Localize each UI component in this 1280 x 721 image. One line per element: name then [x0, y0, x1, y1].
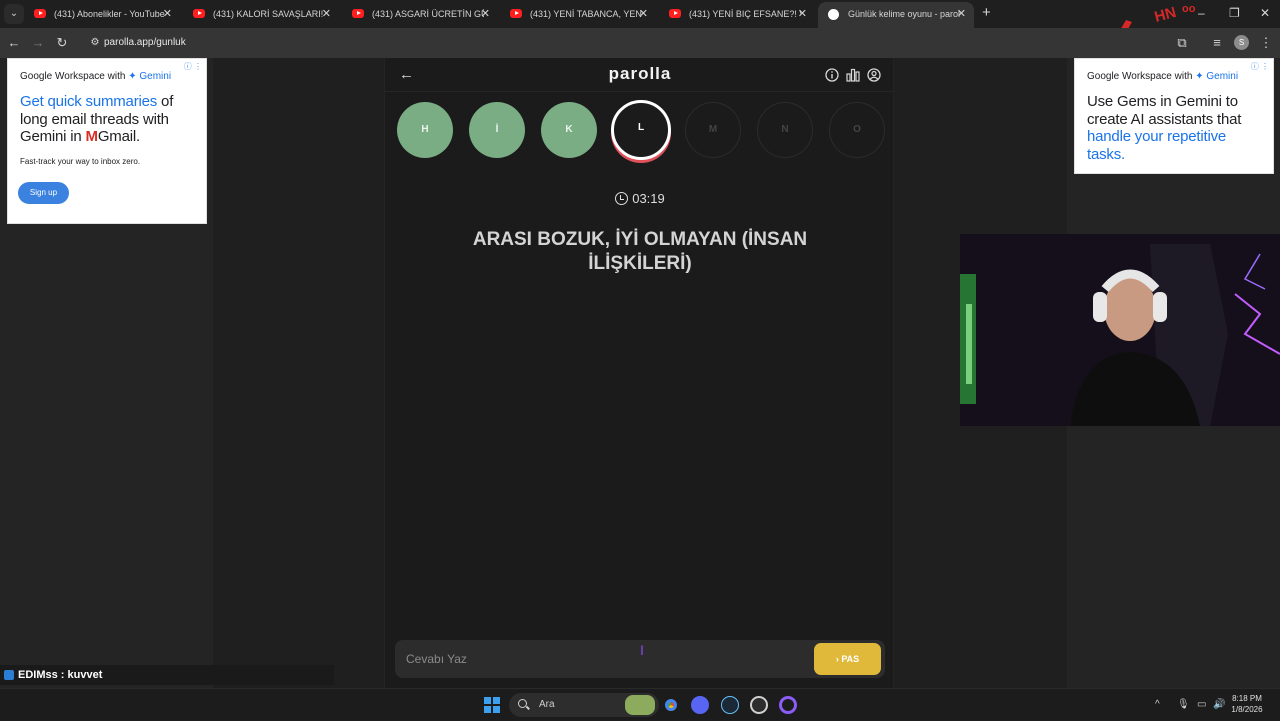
mic-icon[interactable]: 🎙 — [1177, 689, 1190, 721]
letter-bubble-i: İ — [469, 102, 525, 158]
close-tab-icon[interactable]: ✕ — [481, 4, 490, 24]
tab-strip: ⌄ (431) Abonelikler - YouTube ✕ (431) KAL… — [0, 0, 1280, 52]
tab-label: Günlük kelime oyunu - parolla — [848, 9, 960, 19]
tab-label: (431) ASGARİ ÜCRETİN GÜNLÜK — [372, 9, 484, 19]
profile-icon[interactable] — [867, 68, 881, 82]
close-tab-icon[interactable]: ✕ — [163, 4, 172, 24]
svg-text:oo: oo — [1182, 3, 1196, 15]
stats-icon[interactable] — [846, 68, 860, 82]
chat-message: EDIMss : kuvvet — [0, 665, 334, 685]
clock-icon — [615, 192, 629, 205]
info-icon[interactable] — [825, 68, 839, 82]
search-placeholder: Ara — [539, 699, 555, 710]
svg-text:HN: HN — [1153, 4, 1178, 26]
taskbar: Ara ^ 🎙 ▭ 🔊 8:18 PM 1/8/2026 — [0, 688, 1280, 720]
youtube-icon — [510, 9, 522, 18]
chrome-icon[interactable] — [662, 696, 680, 714]
youtube-icon — [352, 9, 364, 18]
search-icon — [518, 699, 527, 708]
clock[interactable]: 8:18 PM 1/8/2026 — [1228, 693, 1266, 715]
page-viewport: Google Workspace with ✦ Gemini ⓘ ⋮ Get q… — [0, 58, 1280, 688]
question-text: ARASI BOZUK, İYİ OLMAYAN (İNSAN İLİŞKİLE… — [472, 229, 808, 274]
chat-text: kuvvet — [67, 669, 103, 681]
tab-label: (431) KALORİ SAVAŞLARI! - YouTube — [213, 9, 325, 19]
ad-headline: Use Gems in Gemini to create AI assistan… — [1087, 93, 1242, 163]
ad-brand: Google Workspace with ✦ Gemini — [1087, 71, 1239, 82]
forward-icon[interactable]: → — [28, 33, 48, 53]
ad-signup-button[interactable]: Sign up — [18, 182, 69, 204]
game-panel: ← parolla H İ K L M N O 03:19 ARASI BOZU… — [384, 58, 895, 688]
app-icon[interactable] — [750, 696, 768, 714]
webcam-overlay — [960, 234, 1280, 426]
letter-bubble-o: O — [829, 102, 885, 158]
ad-info-icon[interactable]: ⓘ ⋮ — [184, 61, 202, 72]
close-window-icon[interactable]: ✕ — [1260, 4, 1270, 22]
browser-toolbar: ← → ↻ ⚙ parolla.app/gunluk ⧉ ≡ S ⋮ — [0, 28, 1280, 58]
tab-label: (431) YENİ TABANCA, YENİ BRE — [530, 9, 642, 19]
url-text[interactable]: parolla.app/gunluk — [104, 31, 186, 55]
tray-chevron-icon[interactable]: ^ — [1155, 689, 1160, 721]
tab-label: (431) Abonelikler - YouTube — [54, 9, 165, 19]
parolla-favicon-icon — [828, 9, 839, 20]
media-icon[interactable]: ≡ — [1207, 33, 1227, 53]
letter-bubble-l: L — [611, 100, 671, 160]
address-bar[interactable]: ⚙ parolla.app/gunluk — [80, 31, 1100, 55]
chat-badge-icon — [4, 670, 14, 680]
windows-start-icon[interactable] — [484, 697, 500, 713]
new-tab-button[interactable]: + — [982, 4, 991, 22]
game-logo: parolla — [608, 64, 672, 83]
obs-icon[interactable] — [779, 696, 797, 714]
site-settings-icon[interactable]: ⚙ — [86, 34, 104, 52]
letter-bubble-h: H — [397, 102, 453, 158]
reload-icon[interactable]: ↻ — [52, 33, 72, 53]
volume-icon[interactable]: 🔊 — [1213, 689, 1225, 721]
ad-subtext: Fast-track your way to inbox zero. — [20, 157, 141, 166]
tab-parolla[interactable]: Günlük kelime oyunu - parolla ✕ — [818, 2, 974, 28]
tab-youtube-kalori[interactable]: (431) KALORİ SAVAŞLARI! - YouTube✕ — [183, 4, 339, 24]
text-cursor-icon: I — [640, 642, 644, 658]
extensions-icon[interactable]: ⧉ — [1172, 33, 1192, 53]
back-icon[interactable]: ← — [4, 33, 24, 53]
clock-date: 1/8/2026 — [1231, 705, 1263, 714]
taskbar-search[interactable]: Ara — [509, 693, 659, 717]
clock-time: 8:18 PM — [1232, 694, 1262, 703]
search-highlight-art — [625, 695, 655, 715]
tab-youtube-vct[interactable]: (431) YENİ BIÇ EFSANE?! VCT 2026✕ — [659, 4, 815, 24]
ad-brand: Google Workspace with ✦ Gemini — [20, 71, 172, 82]
close-tab-icon[interactable]: ✕ — [957, 2, 966, 26]
youtube-icon — [34, 9, 46, 18]
close-tab-icon[interactable]: ✕ — [639, 4, 648, 24]
youtube-icon — [669, 9, 681, 18]
ad-headline: Get quick summaries of long email thread… — [20, 93, 174, 145]
game-header: ← parolla — [385, 58, 895, 92]
pass-button[interactable]: › PAS — [814, 643, 881, 675]
close-tab-icon[interactable]: ✕ — [798, 4, 807, 24]
steam-icon[interactable] — [721, 696, 739, 714]
network-icon[interactable]: ▭ — [1197, 689, 1206, 721]
discord-icon[interactable] — [691, 696, 709, 714]
letter-bubble-m: M — [685, 102, 741, 158]
right-ad[interactable]: Google Workspace with ✦ Gemini ⓘ ⋮ Use G… — [1074, 58, 1274, 174]
tab-youtube-asgari[interactable]: (431) ASGARİ ÜCRETİN GÜNLÜK✕ — [342, 4, 498, 24]
letter-bubble-n: N — [757, 102, 813, 158]
tab-youtube-tabanca[interactable]: (431) YENİ TABANCA, YENİ BRE✕ — [500, 4, 656, 24]
tab-search-button[interactable]: ⌄ — [4, 4, 24, 24]
answer-input[interactable] — [395, 640, 805, 678]
timer-value: 03:19 — [632, 191, 665, 206]
timer: 03:19 — [385, 191, 895, 206]
left-ad[interactable]: Google Workspace with ✦ Gemini ⓘ ⋮ Get q… — [7, 58, 207, 224]
maximize-icon[interactable]: ❐ — [1229, 4, 1240, 22]
youtube-icon — [193, 9, 205, 18]
close-tab-icon[interactable]: ✕ — [322, 4, 331, 24]
tab-youtube-subscriptions[interactable]: (431) Abonelikler - YouTube ✕ — [24, 4, 180, 24]
ad-info-icon[interactable]: ⓘ ⋮ — [1251, 61, 1269, 72]
chat-username: EDIMss — [18, 669, 58, 681]
tab-label: (431) YENİ BIÇ EFSANE?! VCT 2026 — [689, 9, 801, 19]
letter-bubble-k: K — [541, 102, 597, 158]
menu-icon[interactable]: ⋮ — [1256, 33, 1276, 53]
pass-label: PAS — [841, 654, 860, 664]
minimize-icon[interactable]: – — [1198, 4, 1205, 22]
profile-avatar[interactable]: S — [1234, 35, 1249, 50]
